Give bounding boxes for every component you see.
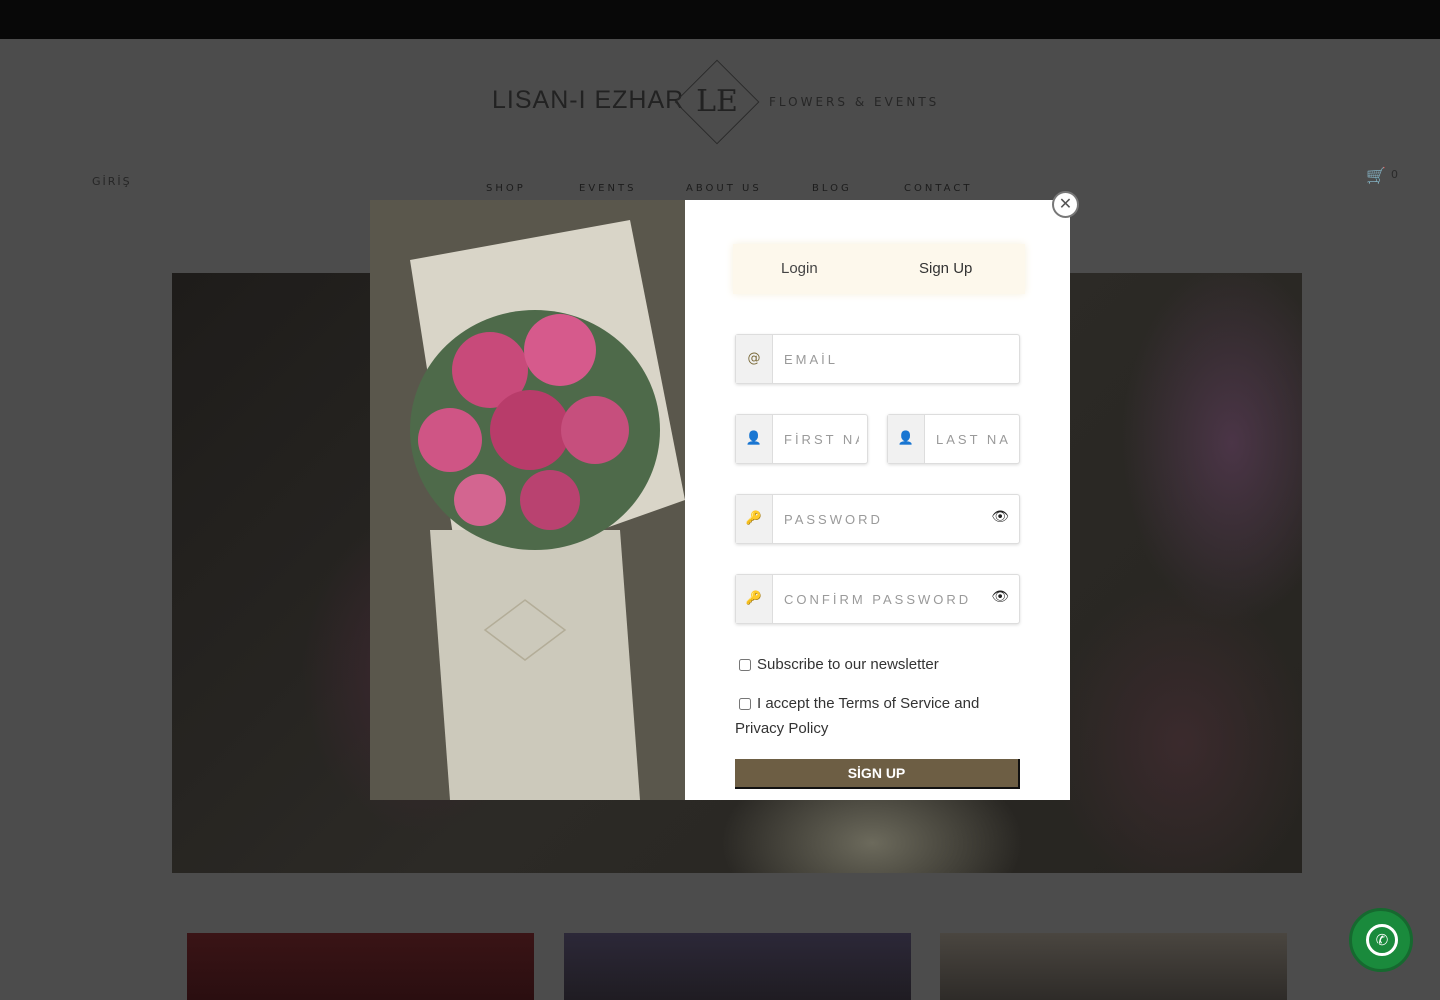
top-bar bbox=[0, 0, 1440, 39]
first-name-input[interactable] bbox=[784, 429, 859, 449]
nav-events[interactable]: EVENTS bbox=[579, 183, 636, 194]
whatsapp-icon: ✆ bbox=[1366, 924, 1398, 956]
bouquet-illustration bbox=[370, 200, 685, 800]
login-link[interactable]: GİRİŞ bbox=[92, 175, 132, 188]
product-card[interactable] bbox=[564, 933, 911, 1000]
newsletter-option[interactable]: Subscribe to our newsletter bbox=[739, 656, 939, 673]
at-icon: @ bbox=[736, 335, 773, 383]
site-logo[interactable]: LISAN-I EZHAR LE FLOWERS & EVENTS bbox=[492, 59, 952, 146]
whatsapp-button[interactable]: ✆ bbox=[1349, 908, 1413, 972]
tab-login[interactable]: Login bbox=[781, 260, 818, 277]
terms-option[interactable]: I accept the Terms of Service and Privac… bbox=[735, 691, 1015, 741]
eye-icon[interactable]: 👁 bbox=[991, 509, 1009, 525]
eye-icon[interactable]: 👁 bbox=[991, 589, 1009, 605]
last-name-input[interactable] bbox=[936, 429, 1011, 449]
last-name-field: 👤 bbox=[887, 414, 1020, 464]
cart-icon[interactable]: 🛒 bbox=[1366, 166, 1386, 185]
key-icon: 🔑 bbox=[736, 575, 773, 623]
terms-checkbox[interactable] bbox=[739, 698, 751, 711]
close-icon[interactable]: ✕ bbox=[1052, 191, 1079, 218]
first-name-field: 👤 bbox=[735, 414, 868, 464]
logo-text: LISAN-I EZHAR bbox=[492, 86, 685, 114]
product-card[interactable] bbox=[187, 933, 534, 1000]
nav-shop[interactable]: SHOP bbox=[486, 183, 526, 194]
newsletter-label: Subscribe to our newsletter bbox=[757, 656, 939, 673]
email-field: @ bbox=[735, 334, 1020, 384]
product-card[interactable] bbox=[940, 933, 1287, 1000]
signup-button[interactable]: SİGN UP bbox=[735, 759, 1020, 789]
password-input[interactable] bbox=[784, 509, 979, 529]
nav-contact[interactable]: CONTACT bbox=[904, 183, 972, 194]
cart-count: 0 bbox=[1391, 168, 1398, 181]
newsletter-checkbox[interactable] bbox=[739, 659, 751, 672]
user-icon: 👤 bbox=[736, 415, 773, 463]
logo-monogram: LE bbox=[696, 84, 738, 119]
user-icon: 👤 bbox=[888, 415, 925, 463]
key-icon: 🔑 bbox=[736, 495, 773, 543]
signup-modal: Login Sign Up @ 👤 👤 🔑 👁 🔑 👁 Subscribe to… bbox=[370, 200, 1070, 800]
confirm-password-field: 🔑 👁 bbox=[735, 574, 1020, 624]
terms-label: I accept the Terms of Service and Privac… bbox=[735, 695, 980, 737]
email-input[interactable] bbox=[784, 349, 1009, 369]
nav-blog[interactable]: BLOG bbox=[812, 183, 852, 194]
logo-tagline: FLOWERS & EVENTS bbox=[769, 95, 940, 109]
confirm-password-input[interactable] bbox=[784, 589, 979, 609]
tab-signup[interactable]: Sign Up bbox=[919, 260, 972, 277]
bouquet-image bbox=[370, 200, 685, 800]
password-field: 🔑 👁 bbox=[735, 494, 1020, 544]
nav-about-us[interactable]: ABOUT US bbox=[686, 183, 762, 194]
auth-tabs: Login Sign Up bbox=[733, 244, 1025, 294]
